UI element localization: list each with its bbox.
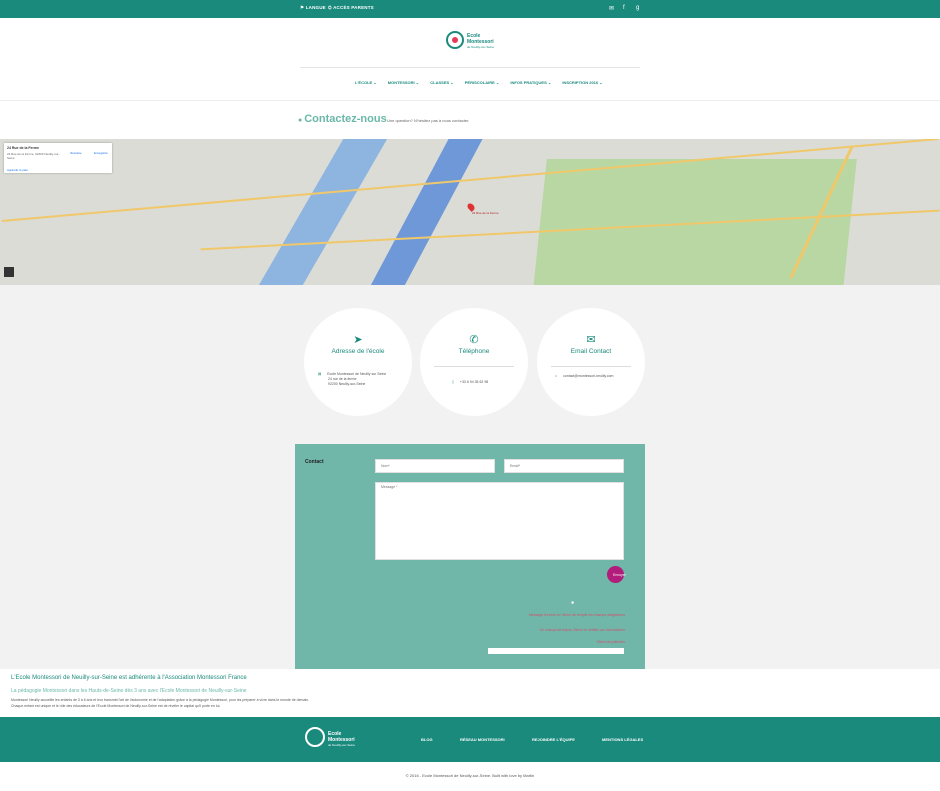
email-address[interactable]: contact@montessori-neuilly.com	[563, 374, 613, 378]
email-card: ✉ Email Contact ⌂ contact@montessori-neu…	[537, 308, 645, 416]
footer: Ecole Montessori de Neuilly-sur-Seine BL…	[0, 717, 940, 762]
info-heading: L'Ecole Montessori de Neuilly-sur-Seine …	[11, 675, 247, 681]
home-icon: ⌂	[555, 374, 558, 378]
send-button[interactable]: Envoyer	[607, 566, 626, 583]
map-info-card: 24 Rue de la Ferme 24 Rue de la Ferme, 9…	[4, 143, 112, 173]
parents-access-label: ACCÈS PARENTS	[333, 5, 374, 10]
map-pin-label: 24 Rue de la Ferme	[472, 211, 499, 215]
nav-item-ecole[interactable]: L'ÉCOLE	[355, 80, 377, 85]
footer-link-reseau[interactable]: RÉSEAU MONTESSORI	[460, 737, 505, 742]
nav-item-montessori[interactable]: MONTESSORI	[388, 80, 419, 85]
parents-access-link[interactable]: ⛭ ACCÈS PARENTS	[328, 5, 374, 10]
page-title: Contactez-nous	[298, 113, 387, 125]
address-line-3: 92200 Neuilly-sur-Seine	[328, 382, 366, 386]
phone-number[interactable]: +33 6 94 35 62 98	[460, 380, 488, 384]
language-label: LANGUE	[305, 5, 326, 10]
map-river-arm	[358, 139, 488, 285]
map-card-address: 24 Rue de la Ferme, 92200 Neuilly-sur-Se…	[7, 152, 60, 160]
copyright: © 2016 - Ecole Montessori de Neuilly-sur…	[405, 773, 535, 778]
building-icon: ▤	[318, 372, 322, 376]
address-line-2: 24 rue de la ferme	[328, 377, 357, 381]
mobile-icon: ▯	[452, 380, 454, 384]
info-text-1: Montessori Neuilly accueille les enfants…	[11, 698, 310, 702]
info-subheading: La pédagogie Montessori dans les Hauts-d…	[11, 688, 247, 694]
address-card: ➤ Adresse de l'école ▤ Ecole Montessori …	[304, 308, 412, 416]
phone-card-body: ▯ +33 6 94 35 62 98	[452, 380, 536, 385]
nav-item-periscolaire[interactable]: PÉRISCOLAIRE	[465, 80, 499, 85]
language-link[interactable]: ⚑ LANGUE	[300, 5, 326, 11]
map-river	[247, 139, 391, 285]
info-paragraph: Montessori Neuilly accueille les enfants…	[11, 698, 711, 709]
google-plus-icon[interactable]: g	[636, 5, 639, 11]
map-control-button[interactable]	[4, 267, 14, 277]
divider	[0, 100, 940, 101]
address-card-title: Adresse de l'école	[331, 348, 385, 355]
error-message-3: Merci de patienter	[596, 640, 625, 644]
logo-line-3: de Neuilly-sur-Seine	[467, 45, 495, 49]
nav-item-classes[interactable]: CLASSES	[430, 80, 453, 85]
phone-icon: ✆	[469, 334, 479, 346]
phone-card-title: Téléphone	[458, 348, 490, 355]
error-message-1: Message d'erreur ici. Merci de remplir l…	[529, 613, 625, 617]
phone-card: ✆ Téléphone ▯ +33 6 94 35 62 98	[420, 308, 528, 416]
form-label: Contact	[305, 459, 324, 465]
divider	[300, 67, 640, 68]
page-subtitle: Une question? N'hésitez pas à nous conta…	[387, 118, 470, 123]
message-field[interactable]	[375, 482, 624, 560]
captcha-field[interactable]	[488, 648, 624, 654]
address-line-1: Ecole Montessori de Neuilly sur Seine	[327, 372, 387, 376]
map-directions-button[interactable]: Itinéraire	[70, 151, 82, 155]
footer-link-equipe[interactable]: REJOINDRE L'ÉQUIPE	[532, 737, 575, 742]
map-save-button[interactable]: Enregistré	[94, 151, 108, 155]
footer-logo-line-3: de Neuilly-sur-Seine	[328, 743, 356, 747]
top-bar: ⚑ LANGUE ⛭ ACCÈS PARENTS ✉ f g	[0, 0, 940, 18]
info-section: L'Ecole Montessori de Neuilly-sur-Seine …	[0, 669, 940, 717]
divider	[434, 366, 514, 367]
logo-mark-icon	[446, 31, 464, 49]
footer-logo-mark-icon	[305, 727, 325, 747]
nav-item-inscription[interactable]: INSCRIPTION 2016	[562, 80, 602, 85]
facebook-icon[interactable]: f	[623, 5, 625, 11]
name-field[interactable]	[375, 459, 495, 473]
address-card-body: ▤ Ecole Montessori de Neuilly sur Seine …	[318, 372, 402, 387]
envelope-icon: ✉	[586, 334, 596, 346]
error-message-2: Ce champ est requis. Merci de vérifier v…	[539, 628, 625, 632]
email-card-body: ⌂ contact@montessori-neuilly.com	[555, 374, 639, 379]
divider	[551, 366, 631, 367]
map-larger-link[interactable]: Agrandir le plan	[7, 168, 28, 172]
footer-link-blog[interactable]: BLOG	[421, 737, 433, 742]
mail-icon[interactable]: ✉	[609, 5, 614, 12]
spinner-icon: ✱	[571, 600, 575, 605]
map-card-title: 24 Rue de la Ferme	[7, 146, 39, 150]
google-map[interactable]: 24 Rue de la Ferme 24 Rue de la Ferme 24…	[0, 139, 940, 285]
email-field[interactable]	[504, 459, 624, 473]
info-text-2: Chaque enfant est unique et le rôle des …	[11, 703, 221, 708]
site-logo[interactable]: Ecole Montessori de Neuilly-sur-Seine	[446, 31, 496, 51]
contact-form: Contact Envoyer ✱ Message d'erreur ici. …	[295, 444, 645, 669]
location-arrow-icon: ➤	[353, 334, 363, 346]
email-card-title: Email Contact	[570, 348, 612, 355]
nav-item-infos-pratiques[interactable]: INFOS PRATIQUES	[510, 80, 551, 85]
footer-link-mentions[interactable]: MENTIONS LÉGALES	[602, 737, 643, 742]
main-nav: L'ÉCOLE MONTESSORI CLASSES PÉRISCOLAIRE …	[355, 80, 613, 85]
